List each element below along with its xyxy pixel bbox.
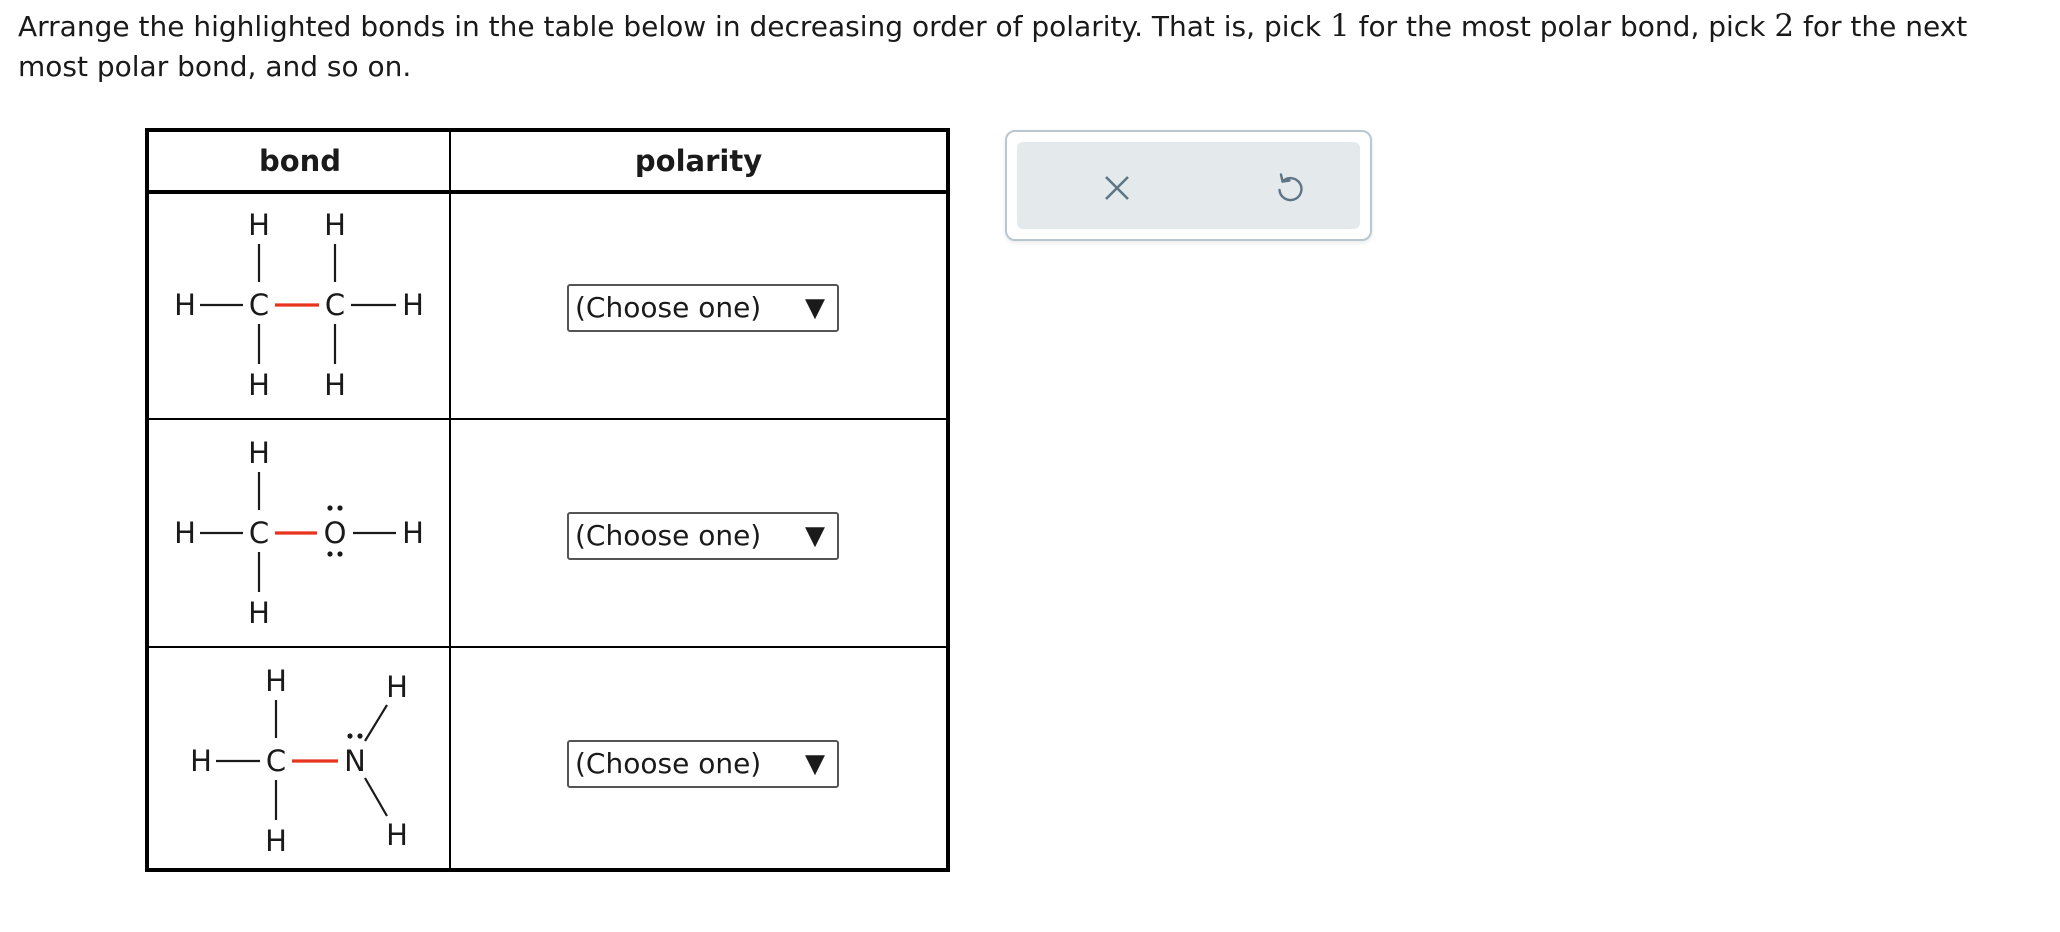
polarity-select[interactable]: (Choose one) ▼ bbox=[567, 512, 839, 560]
atom-h: H bbox=[324, 208, 346, 242]
atom-h: H bbox=[248, 368, 270, 402]
toolbar-panel bbox=[1017, 142, 1360, 229]
table-row: H H C N H H H (Choose one) ▼ bbox=[149, 650, 946, 876]
atom-h: H bbox=[174, 516, 196, 550]
atom-h: H bbox=[324, 368, 346, 402]
lone-pair-dots bbox=[347, 733, 363, 739]
polarity-table: bond polarity H H H C C H H H (Choose on… bbox=[145, 128, 950, 872]
table-header: bond polarity bbox=[149, 132, 946, 194]
number-2: 2 bbox=[1774, 8, 1795, 44]
dropdown-arrow-icon: ▼ bbox=[805, 749, 825, 779]
atom-n: N bbox=[344, 744, 366, 778]
header-polarity: polarity bbox=[634, 144, 763, 178]
methanol-structure: H H C O H H bbox=[149, 422, 449, 648]
atom-h: H bbox=[174, 288, 196, 322]
atom-c: C bbox=[325, 288, 345, 322]
atom-c: C bbox=[249, 288, 269, 322]
dropdown-arrow-icon: ▼ bbox=[805, 293, 825, 323]
select-value: (Choose one) bbox=[575, 747, 762, 780]
atom-c: C bbox=[266, 744, 286, 778]
atom-c: C bbox=[249, 516, 269, 550]
table-row: H H H C C H H H (Choose one) ▼ bbox=[149, 194, 946, 420]
answer-toolbar bbox=[1005, 130, 1372, 241]
atom-h: H bbox=[248, 208, 270, 242]
dropdown-arrow-icon: ▼ bbox=[805, 521, 825, 551]
x-icon[interactable] bbox=[1097, 168, 1137, 208]
bond-line bbox=[364, 704, 388, 742]
undo-icon[interactable] bbox=[1270, 168, 1310, 208]
atom-h: H bbox=[248, 596, 270, 630]
atom-h: H bbox=[402, 516, 424, 550]
ethane-structure: H H H C C H H H bbox=[149, 194, 449, 420]
atom-h: H bbox=[265, 824, 287, 858]
number-1: 1 bbox=[1330, 8, 1350, 44]
header-bond: bond bbox=[258, 144, 342, 178]
select-value: (Choose one) bbox=[575, 519, 762, 552]
select-value: (Choose one) bbox=[575, 291, 762, 324]
atom-o: O bbox=[324, 516, 347, 550]
polarity-select[interactable]: (Choose one) ▼ bbox=[567, 740, 839, 788]
atom-h: H bbox=[265, 664, 287, 698]
atom-h: H bbox=[402, 288, 424, 322]
table-row: H H C O H H (Choose one) ▼ bbox=[149, 422, 946, 648]
atom-h: H bbox=[386, 818, 408, 852]
methylamine-structure: H H C N H H H bbox=[149, 650, 449, 876]
polarity-select[interactable]: (Choose one) ▼ bbox=[567, 284, 839, 332]
atom-h: H bbox=[190, 744, 212, 778]
atom-h: H bbox=[248, 436, 270, 470]
atom-h: H bbox=[386, 670, 408, 704]
bond-line bbox=[364, 777, 388, 817]
question-text: Arrange the highlighted bonds in the tab… bbox=[18, 8, 1968, 83]
